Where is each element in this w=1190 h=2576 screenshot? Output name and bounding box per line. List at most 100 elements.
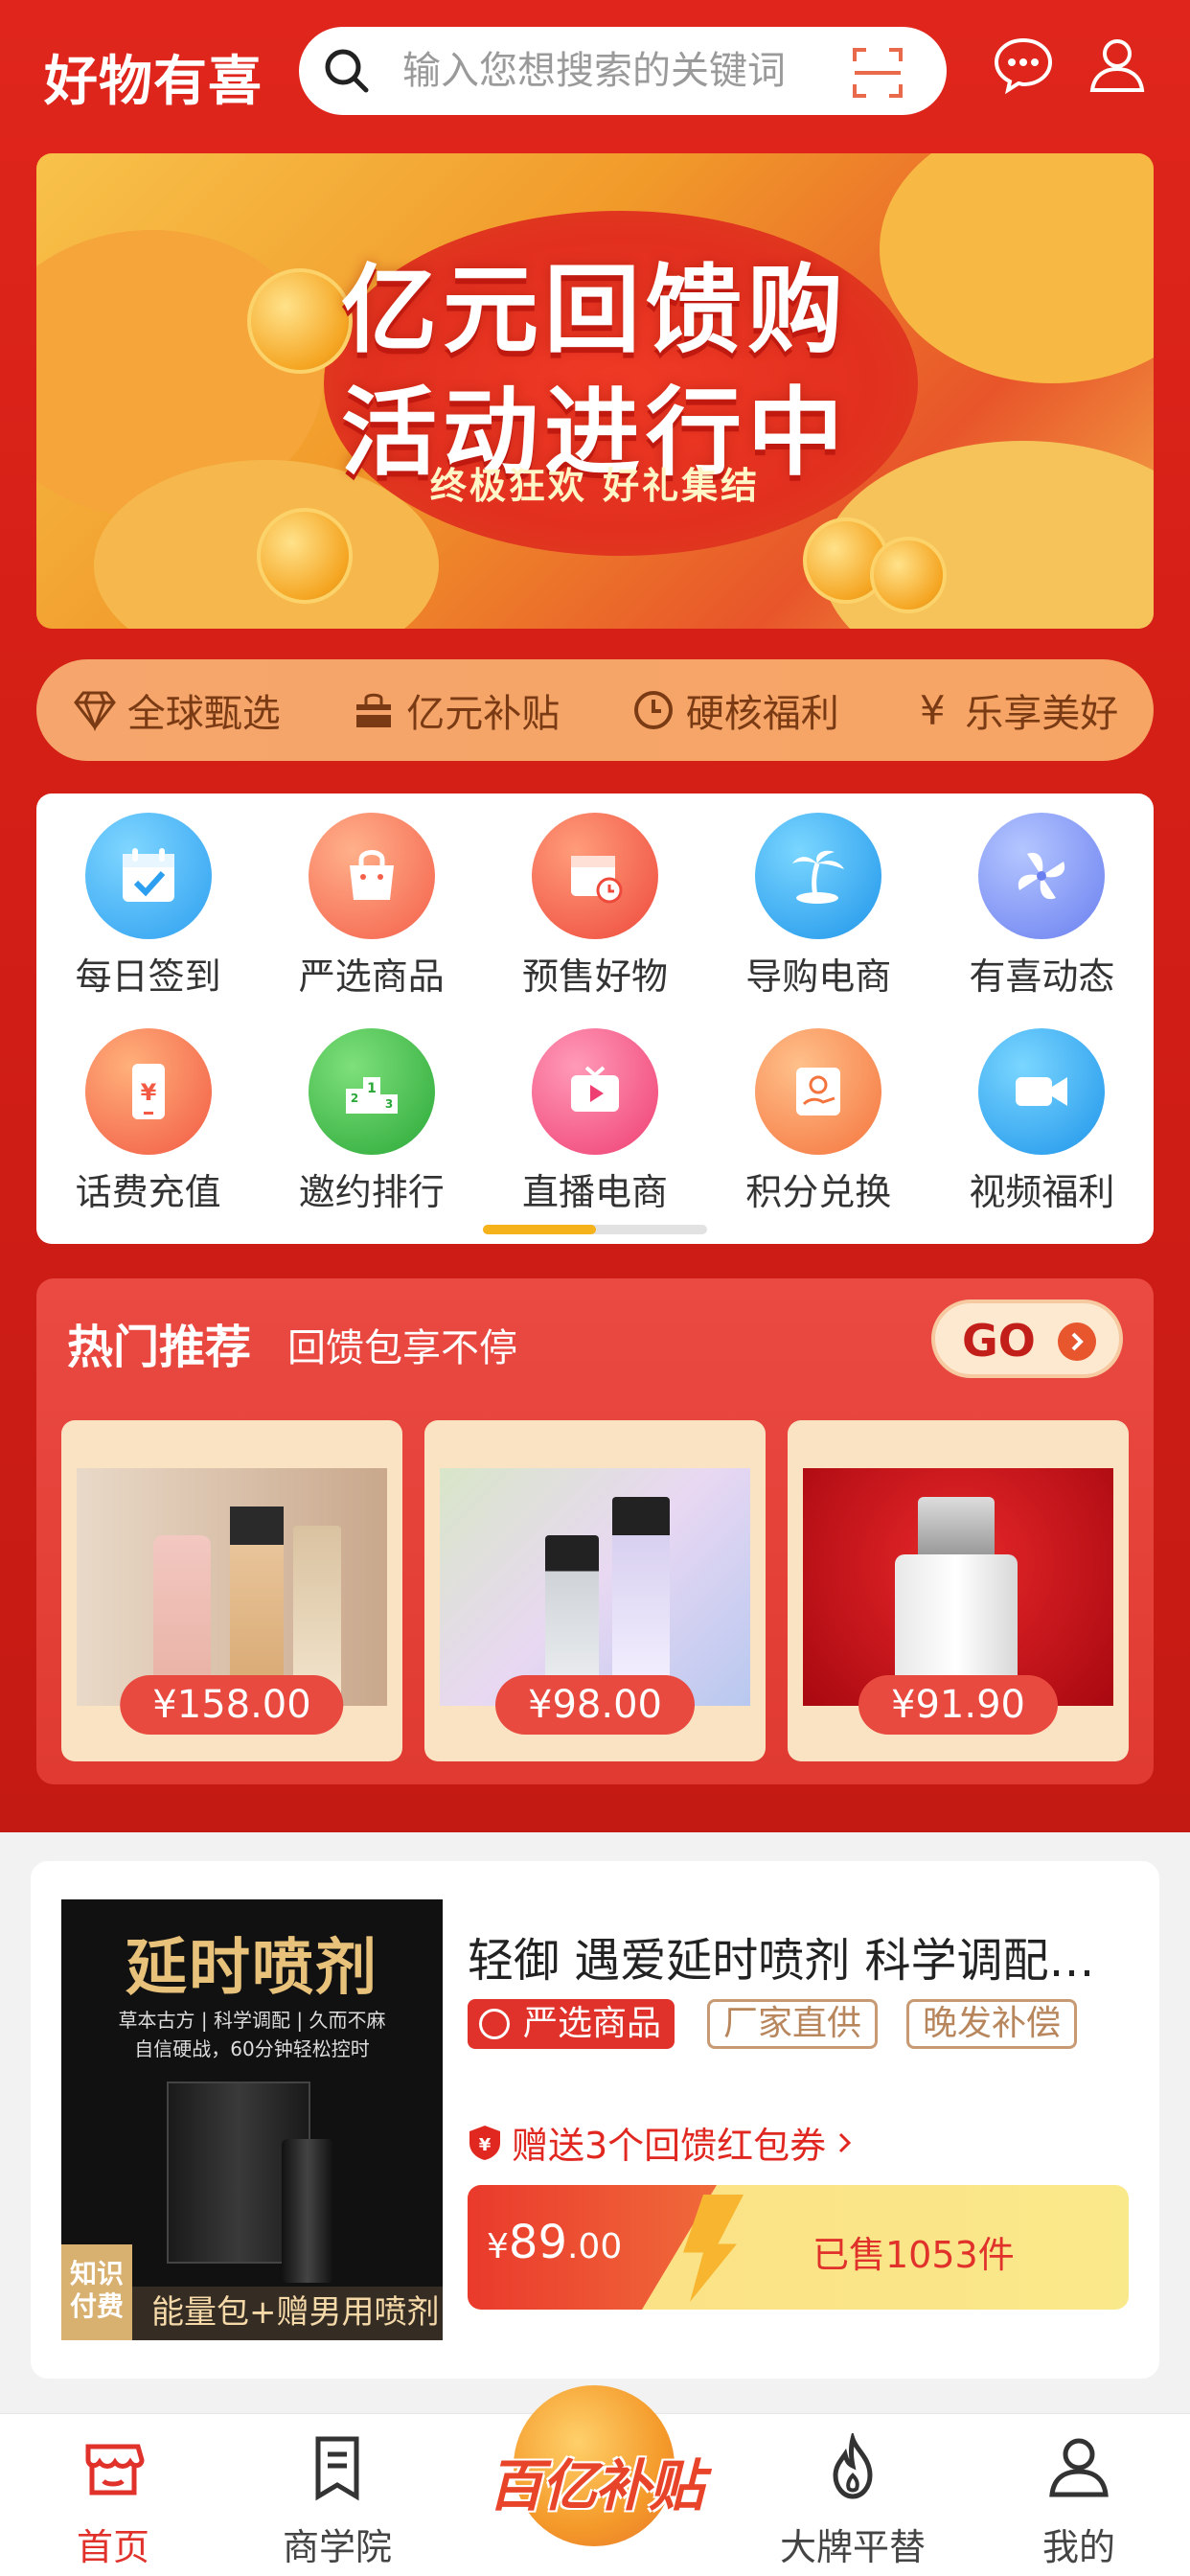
grid-label: 每日签到 [75, 955, 221, 998]
search-bar[interactable] [299, 27, 947, 115]
banner-title-line1: 亿元回馈购 [341, 254, 849, 366]
strip-item-benefits[interactable]: 硬核福利 [630, 682, 839, 738]
podium-icon: 12 3 [308, 1028, 435, 1155]
product-price: ¥91.90 [858, 1675, 1058, 1735]
palm-island-icon [755, 813, 882, 939]
grid-item-checkin[interactable]: 每日签到 [36, 813, 260, 1000]
tab-label: 商学院 [282, 2526, 392, 2568]
svg-text:1: 1 [367, 1081, 377, 1096]
shopping-bag-icon [308, 813, 435, 939]
tab-label: 大牌平替 [779, 2526, 926, 2568]
grid-label: 视频福利 [969, 1171, 1115, 1213]
grid-label: 导购电商 [745, 955, 892, 998]
profile-icon[interactable] [1087, 34, 1148, 96]
app-logo: 好物有喜 [44, 51, 263, 113]
sold-count: 已售1053件 [812, 2234, 1015, 2276]
check-circle-icon [479, 2009, 510, 2039]
strip-item-enjoy[interactable]: ¥ 乐享美好 [909, 682, 1118, 738]
grid-item-points[interactable]: 积分兑换 [707, 1028, 930, 1215]
chevron-right-icon [839, 2132, 852, 2152]
chevron-right-icon [1058, 1322, 1096, 1361]
clock-icon [633, 691, 673, 729]
image-bottom-text: 能量包+赠男用喷剂 [151, 2293, 440, 2332]
grid-item-guide[interactable]: 导购电商 [707, 813, 930, 1000]
promo-banner[interactable]: 亿元回馈购 活动进行中 终极狂欢 好礼集结 [36, 153, 1154, 629]
svg-text:3: 3 [385, 1097, 393, 1111]
go-label: GO [962, 1315, 1036, 1367]
diamond-icon [73, 691, 116, 732]
hot-product-card[interactable]: ¥98.00 [424, 1420, 766, 1761]
grid-item-live[interactable]: 直播电商 [483, 1028, 706, 1215]
grid-item-news[interactable]: 有喜动态 [930, 813, 1154, 1000]
phone-yen-icon: ¥ [84, 1028, 212, 1155]
hot-product-card[interactable]: ¥158.00 [61, 1420, 402, 1761]
strip-item-global[interactable]: 全球甄选 [72, 682, 281, 738]
image-line1: 草本古方 | 科学调配 | 久而不麻 [118, 2009, 386, 2032]
price-decimal: .00 [566, 2227, 623, 2266]
svg-text:¥: ¥ [479, 2135, 492, 2155]
strip-label: 全球甄选 [126, 692, 281, 736]
grid-label: 积分兑换 [745, 1171, 892, 1213]
search-icon [325, 49, 369, 93]
coin-icon [870, 537, 947, 613]
book-icon [315, 2436, 359, 2501]
bottom-tab-bar: 首页 商学院 百亿补贴 大牌平替 我的 [0, 2385, 1190, 2576]
store-icon [85, 2444, 145, 2496]
product-price: ¥98.00 [495, 1675, 695, 1735]
banner-subtitle: 终极狂欢 好礼集结 [429, 465, 761, 507]
product-image: 延时喷剂 草本古方 | 科学调配 | 久而不麻 自信硬战，60分钟轻松控时 知识… [61, 1899, 443, 2340]
gift-text: 赠送3个回馈红包券 [512, 2125, 827, 2167]
tab-home[interactable]: 首页 [36, 2433, 190, 2570]
search-input[interactable] [402, 40, 834, 102]
tag-label: 严选商品 [523, 2004, 662, 2043]
grid-item-recharge[interactable]: ¥ 话费充值 [36, 1028, 260, 1215]
tab-academy[interactable]: 商学院 [261, 2433, 414, 2570]
grid-item-presale[interactable]: 预售好物 [483, 813, 706, 1000]
product-image-cosmetics [77, 1468, 387, 1706]
price-bar[interactable]: ¥89.00 已售1053件 [468, 2185, 1129, 2310]
video-camera-icon [978, 1028, 1106, 1155]
message-icon[interactable] [993, 34, 1054, 96]
tab-center[interactable]: 百亿补贴 [466, 2385, 724, 2558]
center-logo-text: 百亿补贴 [487, 2453, 704, 2518]
grid-item-selected[interactable]: 严选商品 [260, 813, 483, 1000]
section-subtitle: 回馈包享不停 [287, 1326, 517, 1370]
grid-label: 直播电商 [521, 1171, 668, 1213]
grid-label: 邀约排行 [298, 1171, 445, 1213]
tag-selected: 严选商品 [468, 1999, 675, 2049]
tab-label: 首页 [76, 2526, 149, 2568]
strip-label: 亿元补贴 [406, 692, 561, 736]
feature-strip: 全球甄选 亿元补贴 硬核福利 ¥ 乐享美好 [36, 659, 1154, 761]
points-exchange-icon [755, 1028, 882, 1155]
grid-item-ranking[interactable]: 12 3 邀约排行 [260, 1028, 483, 1215]
strip-item-subsidy[interactable]: 亿元补贴 [351, 682, 560, 738]
hot-recommend-section: 热门推荐 回馈包享不停 GO ¥158.00 ¥98.00 ¥91.90 [36, 1278, 1154, 1784]
tag-compensation: 晚发补偿 [906, 1999, 1078, 2049]
grid-label: 有喜动态 [969, 955, 1115, 998]
pinwheel-icon [978, 813, 1106, 939]
tab-label: 我的 [1041, 2526, 1115, 2568]
category-grid-card: 每日签到 严选商品 预售好物 导购电商 有喜动态 ¥ 话费充值 1 2 3 邀约… [36, 794, 1154, 1244]
tab-brand-alternatives[interactable]: 大牌平替 [776, 2430, 929, 2570]
pager-active [483, 1225, 596, 1234]
strip-label: 硬核福利 [685, 692, 839, 736]
product-card[interactable]: 延时喷剂 草本古方 | 科学调配 | 久而不麻 自信硬战，60分钟轻松控时 知识… [31, 1861, 1159, 2379]
go-button[interactable]: GO [931, 1300, 1123, 1378]
image-badge: 知识付费 [61, 2244, 132, 2340]
hot-product-card[interactable]: ¥91.90 [788, 1420, 1129, 1761]
coin-icon [257, 508, 353, 604]
image-heading: 延时喷剂 [126, 1933, 378, 2004]
section-title: 热门推荐 [67, 1321, 252, 1374]
calendar-check-icon [84, 813, 212, 939]
grid-pager [483, 1225, 707, 1234]
grid-label: 话费充值 [75, 1171, 221, 1213]
yen-icon: ¥ [919, 686, 946, 734]
grid-item-video[interactable]: 视频福利 [930, 1028, 1154, 1215]
product-image-essence [803, 1468, 1113, 1706]
tv-play-icon [531, 1028, 658, 1155]
product-bottle [282, 2139, 333, 2283]
scan-icon[interactable] [851, 46, 904, 100]
tab-me[interactable]: 我的 [1002, 2433, 1156, 2570]
svg-text:2: 2 [351, 1092, 358, 1105]
gift-coupon-link[interactable]: ¥ 赠送3个回馈红包券 [468, 2116, 855, 2169]
